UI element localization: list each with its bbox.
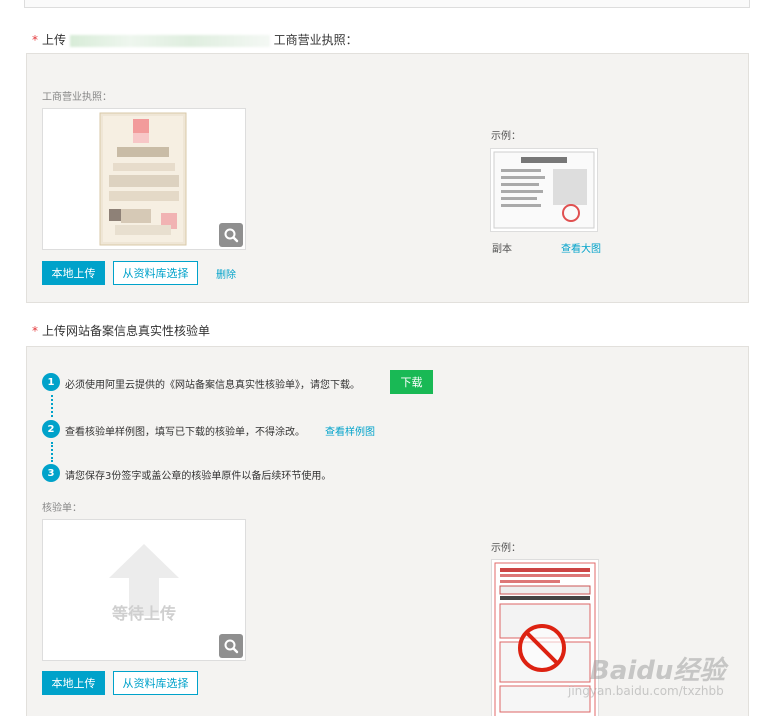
step-1-number: 1 — [42, 373, 60, 391]
required-mark: * — [32, 33, 38, 47]
license-example-image[interactable] — [490, 148, 598, 232]
license-image — [99, 112, 187, 246]
baidu-watermark: Baidu经验 — [590, 656, 726, 686]
example-label: 示例： — [491, 543, 521, 554]
magnifier-icon — [224, 228, 239, 243]
view-sample-link[interactable]: 查看样例图 — [325, 423, 375, 438]
example-label: 示例： — [491, 131, 521, 142]
step-connector — [51, 395, 53, 417]
download-button[interactable]: 下载 — [390, 370, 433, 394]
baidu-watermark-url: jingyan.baidu.com/txzhbb — [568, 684, 724, 698]
step-2-text: 查看核验单样例图，填写已下载的核验单，不得涂改。 — [65, 427, 305, 438]
zoom-button[interactable] — [219, 223, 243, 247]
step-3-number: 3 — [42, 464, 60, 482]
step-2-number: 2 — [42, 420, 60, 438]
license-preview[interactable] — [42, 108, 246, 250]
top-panel-edge — [24, 0, 750, 8]
delete-link[interactable]: 删除 — [216, 266, 236, 281]
license-example-graphic — [493, 151, 595, 229]
example-caption: 副本 — [492, 244, 512, 255]
step-1-text: 必须使用阿里云提供的《网站备案信息真实性核验单》，请您下载。 — [65, 380, 360, 391]
waiting-upload-text: 等待上传 — [111, 604, 176, 623]
license-panel: 工商营业执照： 本地上传 从资料库选择 删除 示例： 副本 查看大图 — [26, 53, 749, 303]
choose-from-library-button[interactable]: 从资料库选择 — [113, 261, 198, 285]
magnifier-icon — [224, 639, 239, 654]
step-3-text: 请您保存3份签字或盖公章的核验单原件以备后续环节使用。 — [65, 471, 332, 482]
license-field-label: 工商营业执照： — [42, 92, 112, 103]
section-title-license: * 上传 工商营业执照： — [32, 33, 358, 47]
verification-field-label: 核验单： — [42, 503, 82, 514]
local-upload-button[interactable]: 本地上传 — [42, 671, 105, 695]
local-upload-button[interactable]: 本地上传 — [42, 261, 105, 285]
upload-placeholder[interactable]: 等待上传 — [42, 519, 246, 661]
view-large-link[interactable]: 查看大图 — [561, 240, 601, 255]
zoom-button[interactable] — [219, 634, 243, 658]
redacted-text — [69, 34, 270, 47]
section-title-verification: * 上传网站备案信息真实性核验单 — [32, 324, 211, 338]
choose-from-library-button[interactable]: 从资料库选择 — [113, 671, 198, 695]
step-connector — [51, 442, 53, 462]
upload-arrow-icon — [109, 544, 179, 616]
required-mark: * — [32, 324, 38, 338]
